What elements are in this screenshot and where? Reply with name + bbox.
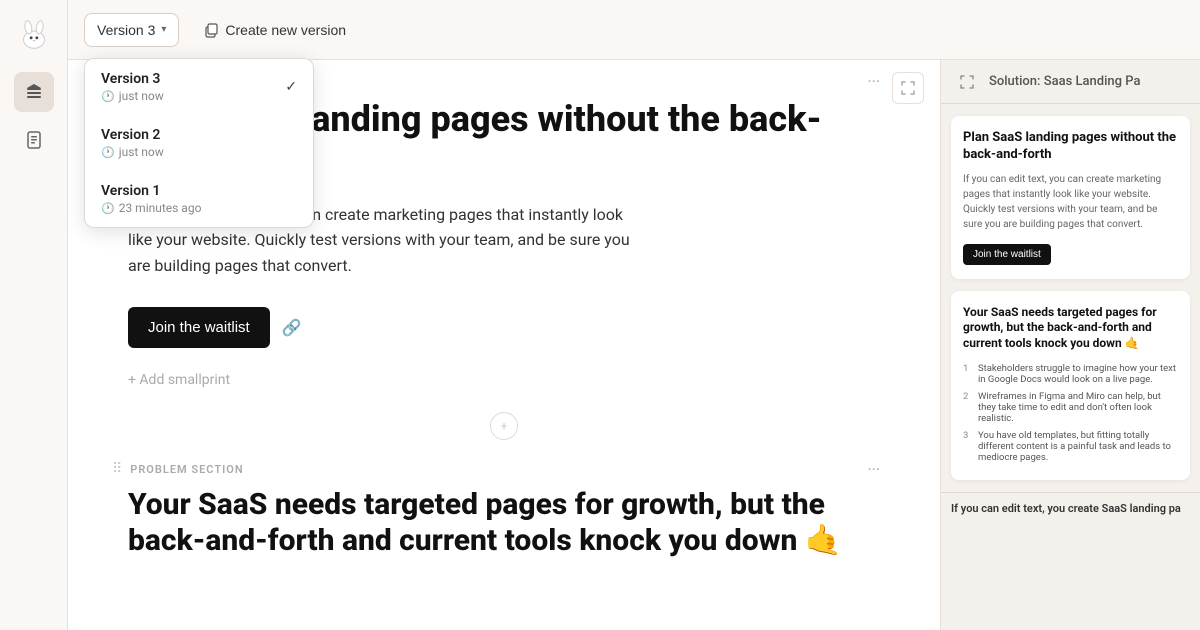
clock-icon-2: 🕐	[101, 146, 115, 159]
problem-title[interactable]: Your SaaS needs targeted pages for growt…	[128, 487, 880, 559]
cta-row: Join the waitlist 🔗	[128, 307, 880, 348]
create-version-label: Create new version	[225, 22, 346, 38]
section-divider: +	[68, 392, 940, 460]
problem-section-header: ⠿ PROBLEM SECTION ···	[68, 460, 940, 487]
version-1-name: Version 1	[101, 183, 201, 199]
preview-panel: Solution: Saas Landing Pa Plan SaaS land…	[940, 60, 1200, 630]
create-version-button[interactable]: Create new version	[191, 14, 358, 46]
preview-content: Plan SaaS landing pages without the back…	[941, 104, 1200, 492]
sidebar-item-document[interactable]	[14, 120, 54, 160]
chevron-down-icon: ▾	[161, 24, 166, 35]
preview-list-item-3: 3 You have old templates, but fitting to…	[963, 427, 1178, 466]
version-3-time: 🕐 just now	[101, 89, 164, 103]
version-1-time: 🕐 23 minutes ago	[101, 201, 201, 215]
preview-card-2: Your SaaS needs targeted pages for growt…	[951, 291, 1190, 480]
check-icon: ✓	[285, 79, 297, 95]
version-dropdown-menu: Version 3 🕐 just now ✓ Version 2 🕐 just …	[84, 58, 314, 228]
preview-title: Solution: Saas Landing Pa	[989, 74, 1141, 89]
version-item-1[interactable]: Version 1 🕐 23 minutes ago	[85, 171, 313, 227]
add-smallprint-label: + Add smallprint	[128, 372, 230, 388]
sidebar-item-layers[interactable]	[14, 72, 54, 112]
preview-card-1: Plan SaaS landing pages without the back…	[951, 116, 1190, 279]
version-dropdown-label: Version 3	[97, 22, 155, 38]
version-item-2-info: Version 2 🕐 just now	[101, 127, 164, 159]
clock-icon: 🕐	[101, 90, 115, 103]
preview-bottom-text: If you can edit text, you create SaaS la…	[941, 492, 1200, 524]
clock-icon-3: 🕐	[101, 202, 115, 215]
toolbar: Version 3 ▾ Create new version Version 3…	[68, 0, 1200, 60]
sidebar	[0, 0, 68, 630]
version-dropdown-button[interactable]: Version 3 ▾	[84, 13, 179, 47]
version-item-3-info: Version 3 🕐 just now	[101, 71, 164, 103]
drag-handle-icon[interactable]: ⠿	[112, 461, 122, 477]
version-2-time: 🕐 just now	[101, 145, 164, 159]
preview-card-1-description: If you can edit text, you can create mar…	[963, 172, 1178, 232]
preview-cta-button[interactable]: Join the waitlist	[963, 244, 1051, 265]
problem-section-label: PROBLEM SECTION	[130, 463, 243, 476]
cta-button[interactable]: Join the waitlist	[128, 307, 270, 348]
version-3-name: Version 3	[101, 71, 164, 87]
divider-circle: +	[490, 412, 518, 440]
version-item-2[interactable]: Version 2 🕐 just now	[85, 115, 313, 171]
app-logo	[12, 12, 56, 56]
preview-fullscreen-button[interactable]	[953, 68, 981, 96]
problem-section-menu-icon[interactable]: ···	[867, 460, 880, 479]
preview-card-2-title: Your SaaS needs targeted pages for growt…	[963, 305, 1178, 352]
section-menu-icon[interactable]: ···	[867, 72, 880, 91]
preview-problem-list: 1 Stakeholders struggle to imagine how y…	[963, 360, 1178, 466]
version-item-3[interactable]: Version 3 🕐 just now ✓	[85, 59, 313, 115]
add-smallprint-button[interactable]: + Add smallprint	[128, 368, 880, 392]
problem-section-left: ⠿ PROBLEM SECTION	[112, 461, 244, 477]
copy-icon	[203, 22, 219, 38]
version-2-name: Version 2	[101, 127, 164, 143]
editor-problem-content: Your SaaS needs targeted pages for growt…	[68, 487, 940, 559]
preview-card-1-title: Plan SaaS landing pages without the back…	[963, 130, 1178, 164]
preview-list-item-2: 2 Wireframes in Figma and Miro can help,…	[963, 388, 1178, 427]
preview-header: Solution: Saas Landing Pa	[941, 60, 1200, 104]
fullscreen-button[interactable]	[892, 72, 924, 104]
link-icon[interactable]: 🔗	[282, 318, 302, 337]
preview-list-item-1: 1 Stakeholders struggle to imagine how y…	[963, 360, 1178, 388]
main-content: Version 3 ▾ Create new version Version 3…	[68, 0, 1200, 630]
version-item-1-info: Version 1 🕐 23 minutes ago	[101, 183, 201, 215]
